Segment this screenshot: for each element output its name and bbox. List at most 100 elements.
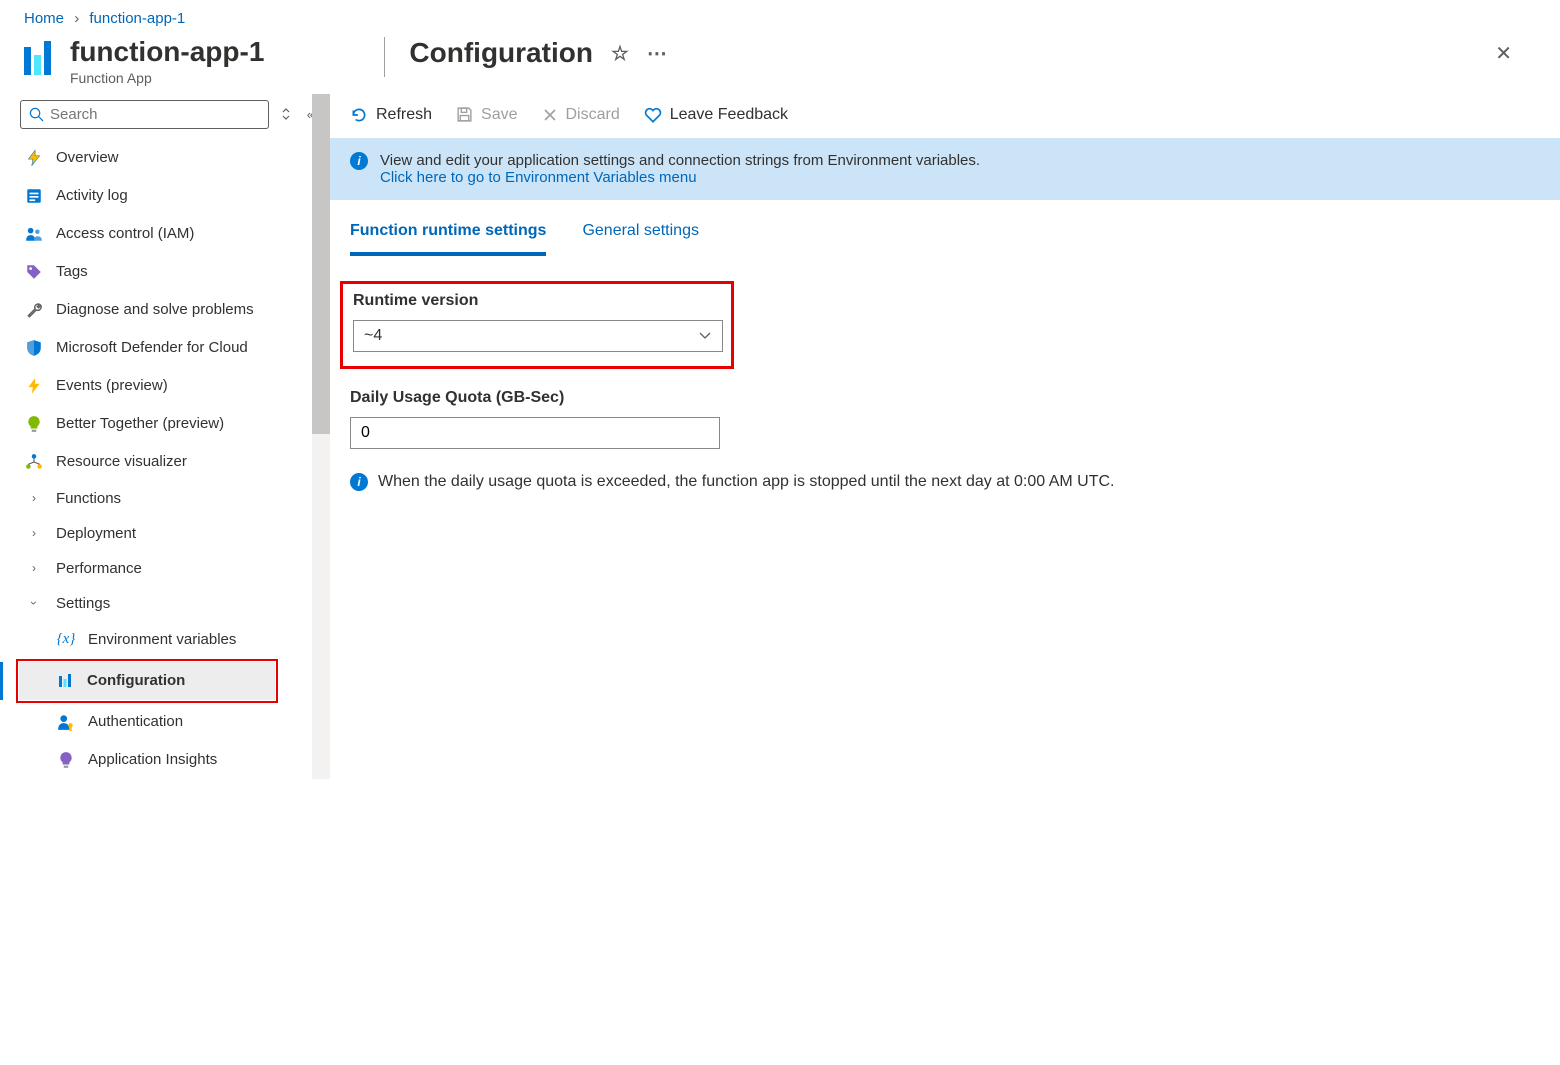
chevron-down-icon <box>698 331 712 341</box>
breadcrumb-separator: › <box>74 10 79 27</box>
sidebar-item-activity-log[interactable]: Activity log <box>20 177 318 215</box>
sidebar-item-resource-visualizer[interactable]: Resource visualizer <box>20 443 318 481</box>
lightning-icon <box>24 148 44 168</box>
sidebar-search[interactable] <box>20 100 269 129</box>
sidebar-item-label: Tags <box>56 263 88 280</box>
toolbar-label: Save <box>481 106 517 124</box>
sidebar-group-performance[interactable]: › Performance <box>20 551 318 586</box>
sidebar-item-app-insights[interactable]: Application Insights <box>20 741 318 779</box>
sidebar-item-authentication[interactable]: Authentication <box>20 703 318 741</box>
close-button[interactable]: ✕ <box>1487 37 1520 70</box>
refresh-icon <box>350 106 368 124</box>
highlight-configuration: Configuration <box>16 659 278 703</box>
sidebar: « Overview Activity log Access control (… <box>0 94 330 779</box>
sidebar-scrollbar[interactable] <box>312 94 330 779</box>
sidebar-item-env-vars[interactable]: {x} Environment variables <box>20 621 318 659</box>
quota-help-row: i When the daily usage quota is exceeded… <box>350 473 1540 491</box>
expand-collapse-icon[interactable] <box>277 104 295 124</box>
sidebar-item-label: Deployment <box>56 525 136 542</box>
sidebar-item-tags[interactable]: Tags <box>20 253 318 291</box>
sidebar-group-functions[interactable]: › Functions <box>20 481 318 516</box>
heart-icon <box>644 106 662 124</box>
sidebar-item-label: Activity log <box>56 187 128 204</box>
sidebar-item-label: Events (preview) <box>56 377 168 394</box>
sidebar-item-label: Configuration <box>87 672 185 689</box>
toolbar-label: Refresh <box>376 106 432 124</box>
sidebar-item-label: Microsoft Defender for Cloud <box>56 339 248 356</box>
toolbar-label: Leave Feedback <box>670 106 788 124</box>
sidebar-item-label: Diagnose and solve problems <box>56 301 254 318</box>
bars-icon <box>55 671 75 691</box>
info-icon: i <box>350 473 368 491</box>
feedback-button[interactable]: Leave Feedback <box>644 106 788 124</box>
lightbulb-purple-icon <box>56 750 76 770</box>
sidebar-item-label: Overview <box>56 149 119 166</box>
search-icon <box>29 107 44 122</box>
breadcrumb: Home › function-app-1 <box>0 0 1560 33</box>
sidebar-item-label: Environment variables <box>88 631 236 648</box>
tab-general-settings[interactable]: General settings <box>582 222 699 256</box>
braces-icon: {x} <box>56 630 76 650</box>
sidebar-item-configuration[interactable]: Configuration <box>19 662 275 700</box>
sidebar-item-label: Better Together (preview) <box>56 415 224 432</box>
sidebar-item-label: Functions <box>56 490 121 507</box>
info-icon: i <box>350 152 368 170</box>
breadcrumb-resource[interactable]: function-app-1 <box>89 10 185 27</box>
save-icon <box>456 106 473 123</box>
sidebar-item-defender[interactable]: Microsoft Defender for Cloud <box>20 329 318 367</box>
runtime-version-label: Runtime version <box>353 292 721 310</box>
sidebar-item-label: Application Insights <box>88 751 217 768</box>
tab-runtime-settings[interactable]: Function runtime settings <box>350 222 546 256</box>
person-key-icon <box>56 712 76 732</box>
search-input[interactable] <box>50 106 260 123</box>
page-title: Configuration <box>409 37 593 69</box>
save-button: Save <box>456 106 517 124</box>
tabs: Function runtime settings General settin… <box>330 200 1560 257</box>
chevron-down-icon: › <box>27 593 41 613</box>
scrollbar-thumb[interactable] <box>312 94 330 434</box>
discard-icon <box>542 107 558 123</box>
toolbar: Refresh Save Discard Leave Feedback <box>330 98 1560 138</box>
lightbulb-icon <box>24 414 44 434</box>
quota-input[interactable] <box>350 417 720 449</box>
chevron-right-icon: › <box>24 526 44 540</box>
runtime-version-select[interactable]: ~4 <box>353 320 723 352</box>
refresh-button[interactable]: Refresh <box>350 106 432 124</box>
sidebar-item-better-together[interactable]: Better Together (preview) <box>20 405 318 443</box>
lightning-icon <box>24 376 44 396</box>
chevron-right-icon: › <box>24 491 44 505</box>
breadcrumb-home[interactable]: Home <box>24 10 64 27</box>
tag-icon <box>24 262 44 282</box>
page-header: function-app-1 Function App Configuratio… <box>0 33 1560 94</box>
sidebar-item-label: Authentication <box>88 713 183 730</box>
hierarchy-icon <box>24 452 44 472</box>
sidebar-item-events[interactable]: Events (preview) <box>20 367 318 405</box>
sidebar-item-diagnose[interactable]: Diagnose and solve problems <box>20 291 318 329</box>
wrench-icon <box>24 300 44 320</box>
log-icon <box>24 186 44 206</box>
banner-link[interactable]: Click here to go to Environment Variable… <box>380 169 697 186</box>
chevron-right-icon: › <box>24 561 44 575</box>
sidebar-item-label: Settings <box>56 595 110 612</box>
more-menu-icon[interactable]: ⋯ <box>647 41 667 66</box>
discard-button: Discard <box>542 106 620 124</box>
app-name: function-app-1 <box>70 37 264 68</box>
function-app-icon <box>24 41 58 75</box>
title-divider <box>384 37 385 77</box>
app-type: Function App <box>70 70 264 86</box>
people-icon <box>24 224 44 244</box>
quota-label: Daily Usage Quota (GB-Sec) <box>350 389 1540 407</box>
sidebar-item-label: Resource visualizer <box>56 453 187 470</box>
highlight-runtime-version: Runtime version ~4 <box>340 281 734 369</box>
sidebar-group-settings[interactable]: › Settings <box>20 586 318 621</box>
sidebar-group-deployment[interactable]: › Deployment <box>20 516 318 551</box>
shield-icon <box>24 338 44 358</box>
info-banner: i View and edit your application setting… <box>330 138 1560 200</box>
banner-text: View and edit your application settings … <box>380 152 980 169</box>
sidebar-item-label: Performance <box>56 560 142 577</box>
sidebar-item-access-control[interactable]: Access control (IAM) <box>20 215 318 253</box>
favorite-star-icon[interactable]: ☆ <box>611 41 629 66</box>
quota-help-text: When the daily usage quota is exceeded, … <box>378 473 1114 491</box>
sidebar-item-label: Access control (IAM) <box>56 225 194 242</box>
sidebar-item-overview[interactable]: Overview <box>20 139 318 177</box>
